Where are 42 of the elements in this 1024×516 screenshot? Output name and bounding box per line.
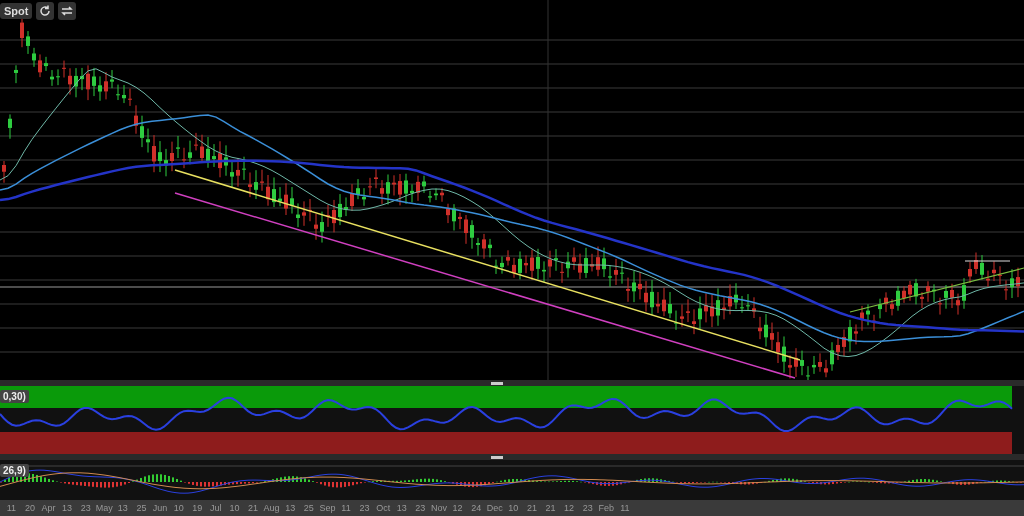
axis-label: 12 bbox=[451, 503, 464, 513]
axis-label: Apr bbox=[40, 503, 57, 513]
axis-label: 11 bbox=[5, 503, 17, 513]
indicator-label: 0,30) bbox=[0, 390, 29, 403]
axis-label: 13 bbox=[395, 503, 408, 513]
axis-label: 25 bbox=[302, 503, 315, 513]
level-line bbox=[964, 260, 1011, 262]
axis-label: 21 bbox=[525, 503, 538, 513]
axis-label: 23 bbox=[79, 503, 92, 513]
panel-resize-handle[interactable] bbox=[491, 455, 503, 459]
axis-label: Dec bbox=[485, 503, 504, 513]
axis-label: 21 bbox=[544, 503, 557, 513]
axis-label: 10 bbox=[172, 503, 185, 513]
axis-label: 23 bbox=[414, 503, 427, 513]
axis-label: Aug bbox=[262, 503, 281, 513]
axis-label: Feb bbox=[597, 503, 616, 513]
axis-label: 11 bbox=[619, 503, 631, 513]
axis-label: Sep bbox=[318, 503, 337, 513]
axis-label: 23 bbox=[581, 503, 594, 513]
axis-label: 23 bbox=[358, 503, 371, 513]
axis-label: Nov bbox=[429, 503, 448, 513]
spot-label[interactable]: Spot bbox=[0, 3, 33, 19]
axis-label: 12 bbox=[563, 503, 576, 513]
axis-label: 20 bbox=[23, 503, 36, 513]
refresh-icon[interactable] bbox=[36, 2, 55, 20]
swap-icon[interactable] bbox=[58, 2, 77, 20]
indicator-label: 26,9) bbox=[0, 464, 29, 477]
axis-label: Jun bbox=[151, 503, 169, 513]
panel-resize-handle[interactable] bbox=[491, 381, 503, 385]
axis-label: 19 bbox=[191, 503, 204, 513]
axis-label: 21 bbox=[247, 503, 259, 513]
axis-label: 13 bbox=[116, 503, 129, 513]
axis-label: 25 bbox=[135, 503, 148, 513]
axis-label: May bbox=[94, 503, 114, 513]
axis-label: 11 bbox=[340, 503, 352, 513]
axis-label: 13 bbox=[61, 503, 74, 513]
axis-label: Oct bbox=[375, 503, 392, 513]
axis-label: 10 bbox=[228, 503, 241, 513]
axis-label: 13 bbox=[284, 503, 297, 513]
axis-label: 10 bbox=[507, 503, 520, 513]
axis-label: 24 bbox=[470, 503, 483, 513]
axis-label: Jul bbox=[209, 503, 223, 513]
